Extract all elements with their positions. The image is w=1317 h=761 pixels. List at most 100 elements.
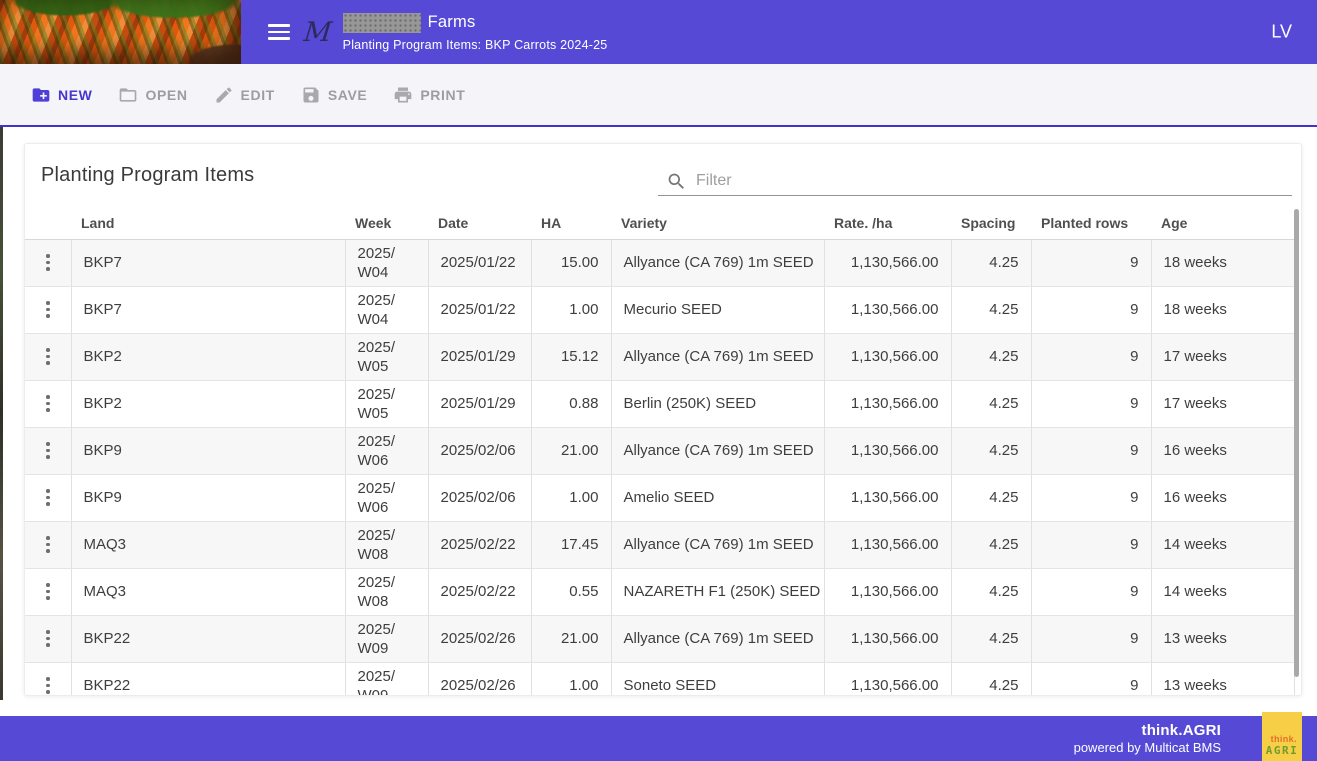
cell-rate-per-ha: 1,130,566.00 <box>824 662 951 696</box>
cell-age: 13 weeks <box>1151 615 1294 662</box>
cell-date: 2025/01/22 <box>428 286 531 333</box>
cell-date: 2025/01/29 <box>428 333 531 380</box>
cell-ha: 21.00 <box>531 427 611 474</box>
carrot-photo-banner <box>0 0 241 64</box>
cell-variety: Allyance (CA 769) 1m SEED <box>611 615 824 662</box>
column-header-date: Date <box>428 208 531 239</box>
row-menu-icon[interactable] <box>40 673 56 696</box>
row-menu-icon[interactable] <box>40 532 56 557</box>
cell-rate-per-ha: 1,130,566.00 <box>824 474 951 521</box>
cell-variety: Allyance (CA 769) 1m SEED <box>611 521 824 568</box>
row-menu-icon[interactable] <box>40 626 56 651</box>
cell-rate-per-ha: 1,130,566.00 <box>824 615 951 662</box>
edit-button[interactable]: EDIT <box>214 85 275 105</box>
cell-variety: Berlin (250K) SEED <box>611 380 824 427</box>
row-menu-icon[interactable] <box>40 344 56 369</box>
cell-land: BKP9 <box>71 474 345 521</box>
card-header: Planting Program Items <box>25 144 1301 208</box>
cell-land: MAQ3 <box>71 521 345 568</box>
cell-spacing: 4.25 <box>951 568 1031 615</box>
column-header-planted-rows: Planted rows <box>1031 208 1151 239</box>
cell-spacing: 4.25 <box>951 427 1031 474</box>
row-menu-cell <box>25 427 71 474</box>
cell-age: 14 weeks <box>1151 568 1294 615</box>
cell-land: BKP7 <box>71 286 345 333</box>
search-icon <box>666 171 687 192</box>
row-menu-cell <box>25 615 71 662</box>
row-menu-icon[interactable] <box>40 391 56 416</box>
cell-ha: 0.88 <box>531 380 611 427</box>
cell-land: BKP22 <box>71 615 345 662</box>
column-header-rate-ha: Rate. /ha <box>824 208 951 239</box>
pencil-icon <box>214 85 234 105</box>
table-row: MAQ32025/W082025/02/220.55NAZARETH F1 (2… <box>25 568 1294 615</box>
user-initials-button[interactable]: LV <box>1271 22 1292 43</box>
row-menu-icon[interactable] <box>40 297 56 322</box>
save-button[interactable]: SAVE <box>301 85 368 105</box>
column-header-spacing: Spacing <box>951 208 1031 239</box>
header-content: M Farms Planting Program Items: BKP Carr… <box>241 0 1317 64</box>
filter-input[interactable] <box>696 172 1292 190</box>
cell-ha: 0.55 <box>531 568 611 615</box>
cell-variety: Allyance (CA 769) 1m SEED <box>611 427 824 474</box>
cell-age: 16 weeks <box>1151 474 1294 521</box>
print-button[interactable]: PRINT <box>393 85 465 105</box>
cell-spacing: 4.25 <box>951 333 1031 380</box>
app-header: M Farms Planting Program Items: BKP Carr… <box>0 0 1317 64</box>
cell-spacing: 4.25 <box>951 380 1031 427</box>
footer-brand: think.AGRI <box>1074 722 1221 740</box>
cell-variety: Soneto SEED <box>611 662 824 696</box>
menu-icon[interactable] <box>268 24 290 40</box>
cell-rate-per-ha: 1,130,566.00 <box>824 380 951 427</box>
logo-think-text: think. <box>1271 734 1302 744</box>
open-button[interactable]: OPEN <box>118 85 187 105</box>
row-menu-icon[interactable] <box>40 250 56 275</box>
cell-week: 2025/W05 <box>345 333 428 380</box>
cell-planted-rows: 9 <box>1031 615 1151 662</box>
redacted-farm-name <box>343 13 421 33</box>
cell-planted-rows: 9 <box>1031 286 1151 333</box>
vertical-scrollbar-thumb[interactable] <box>1294 209 1299 677</box>
footer-text: think.AGRI powered by Multicat BMS <box>1074 722 1221 756</box>
row-menu-cell <box>25 474 71 521</box>
left-edge-photo-sliver <box>0 127 3 700</box>
cell-week: 2025/W04 <box>345 286 428 333</box>
cell-date: 2025/02/22 <box>428 521 531 568</box>
edit-button-label: EDIT <box>241 87 275 103</box>
cell-date: 2025/02/22 <box>428 568 531 615</box>
cell-date: 2025/01/22 <box>428 239 531 286</box>
planting-program-card: Planting Program Items LandWeekDateHAVar… <box>24 143 1302 696</box>
open-folder-icon <box>118 85 138 105</box>
row-menu-icon[interactable] <box>40 485 56 510</box>
cell-spacing: 4.25 <box>951 286 1031 333</box>
page-title: Planting Program Items <box>41 164 254 187</box>
cell-spacing: 4.25 <box>951 662 1031 696</box>
cell-planted-rows: 9 <box>1031 380 1151 427</box>
app-window: M Farms Planting Program Items: BKP Carr… <box>0 0 1317 761</box>
cell-date: 2025/02/06 <box>428 474 531 521</box>
table-row: BKP22025/W052025/01/2915.12Allyance (CA … <box>25 333 1294 380</box>
row-menu-icon[interactable] <box>40 438 56 463</box>
cell-date: 2025/02/06 <box>428 427 531 474</box>
print-button-label: PRINT <box>420 87 465 103</box>
cell-week: 2025/W08 <box>345 568 428 615</box>
new-button[interactable]: NEW <box>31 85 92 105</box>
logo-agri-text: AGRI <box>1266 744 1299 757</box>
cell-planted-rows: 9 <box>1031 521 1151 568</box>
cell-land: BKP9 <box>71 427 345 474</box>
row-menu-cell <box>25 521 71 568</box>
cell-land: BKP7 <box>71 239 345 286</box>
cell-spacing: 4.25 <box>951 474 1031 521</box>
table-row: BKP72025/W042025/01/2215.00Allyance (CA … <box>25 239 1294 286</box>
table-row: BKP22025/W052025/01/290.88Berlin (250K) … <box>25 380 1294 427</box>
cell-date: 2025/02/26 <box>428 662 531 696</box>
cell-planted-rows: 9 <box>1031 568 1151 615</box>
table-header-row: LandWeekDateHAVarietyRate. /haSpacingPla… <box>25 208 1294 239</box>
cell-variety: NAZARETH F1 (250K) SEED <box>611 568 824 615</box>
row-menu-icon[interactable] <box>40 579 56 604</box>
cell-age: 17 weeks <box>1151 380 1294 427</box>
cell-week: 2025/W09 <box>345 615 428 662</box>
column-header-week: Week <box>345 208 428 239</box>
row-menu-cell <box>25 239 71 286</box>
cell-week: 2025/W06 <box>345 427 428 474</box>
